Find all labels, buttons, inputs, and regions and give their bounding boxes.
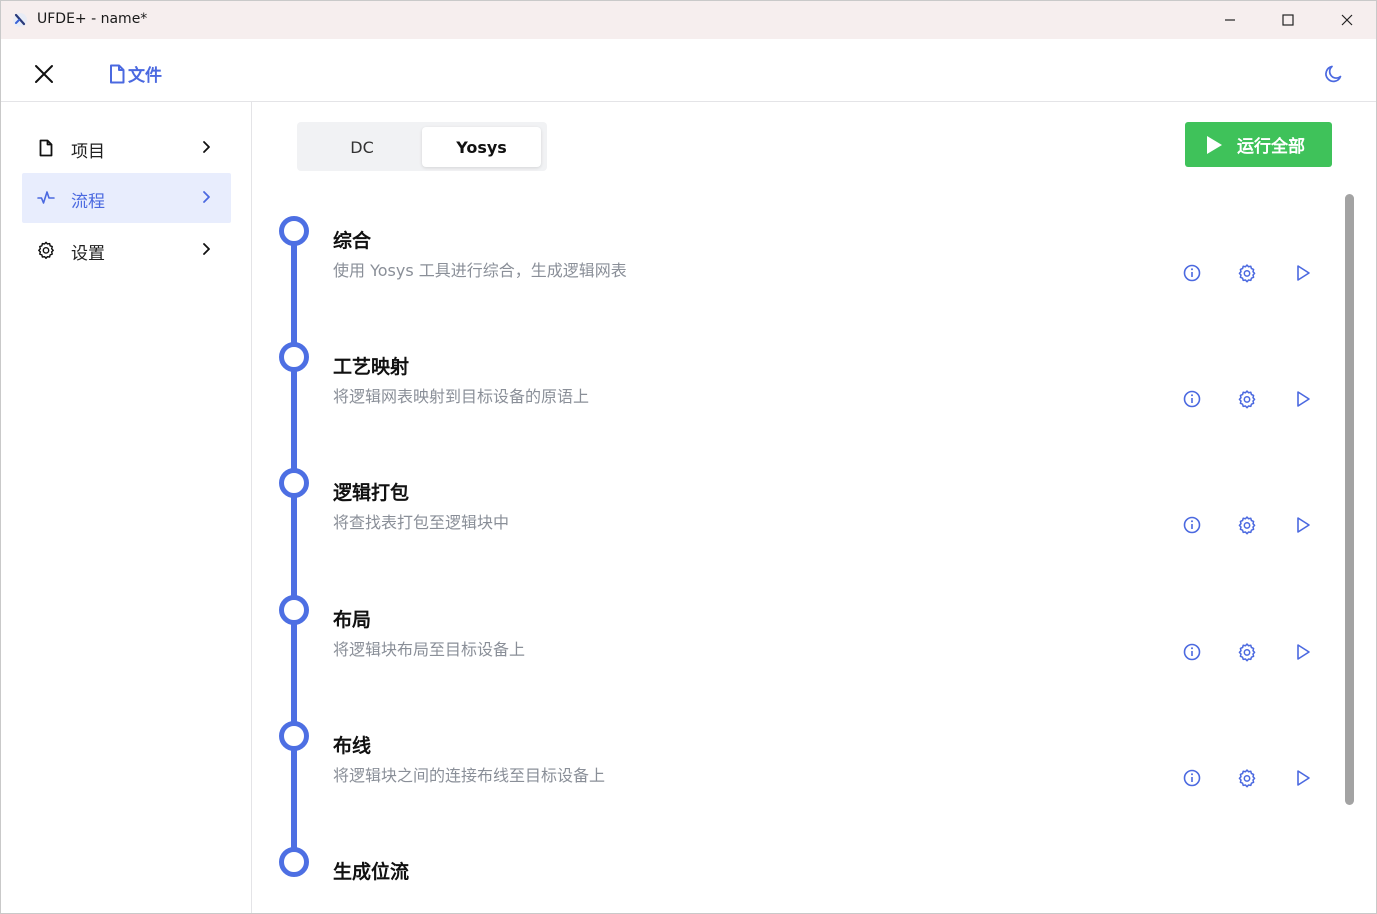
file-menu-button[interactable]: 文件	[108, 61, 162, 86]
play-icon	[1207, 135, 1222, 154]
app-header: 文件	[1, 39, 1376, 102]
window-close-button[interactable]	[1318, 1, 1376, 39]
step-description: 将查找表打包至逻辑块中	[333, 513, 510, 532]
activity-icon	[37, 191, 55, 204]
play-icon[interactable]	[1293, 642, 1313, 662]
window-close-icon	[1341, 14, 1353, 26]
file-menu-label: 文件	[128, 66, 162, 86]
chevron-right-icon	[203, 191, 210, 203]
file-icon	[110, 64, 125, 83]
step-bitstream: 生成位流	[279, 847, 1329, 913]
step-dot	[279, 468, 309, 498]
sidebar-item-label: 项目	[71, 142, 105, 162]
tool-tabs: DC Yosys	[297, 122, 547, 171]
sidebar-item-flow[interactable]: 流程	[22, 173, 231, 223]
step-dot	[279, 216, 309, 246]
close-icon[interactable]	[31, 61, 57, 87]
sidebar-item-settings[interactable]: 设置	[22, 225, 231, 275]
info-icon[interactable]	[1182, 642, 1202, 662]
step-dot	[279, 847, 309, 877]
tab-dc[interactable]: DC	[302, 127, 422, 167]
maximize-icon	[1282, 14, 1294, 26]
gear-icon[interactable]	[1237, 389, 1257, 409]
title-bar: UFDE+ - name*	[1, 1, 1376, 39]
gear-icon[interactable]	[1237, 768, 1257, 788]
step-description: 将逻辑网表映射到目标设备的原语上	[333, 387, 590, 406]
play-icon[interactable]	[1293, 389, 1313, 409]
step-title: 综合	[333, 230, 372, 252]
gear-icon[interactable]	[1237, 642, 1257, 662]
step-placement: 布局 将逻辑块布局至目标设备上	[279, 595, 1329, 705]
step-dot	[279, 721, 309, 751]
minimize-button[interactable]	[1201, 1, 1259, 39]
step-description: 使用 Yosys 工具进行综合，生成逻辑网表	[333, 261, 627, 280]
file-icon	[39, 139, 53, 157]
window-title: UFDE+ - name*	[37, 11, 148, 27]
play-icon[interactable]	[1293, 768, 1313, 788]
sidebar-item-label: 流程	[71, 192, 105, 212]
step-title: 布局	[333, 609, 372, 631]
step-description: 将逻辑块之间的连接布线至目标设备上	[333, 766, 606, 785]
scrollbar[interactable]	[1345, 194, 1354, 805]
step-logic-packing: 逻辑打包 将查找表打包至逻辑块中	[279, 468, 1329, 578]
gear-icon[interactable]	[1237, 263, 1257, 283]
app-window: UFDE+ - name* 文件 项目 流程 设置 DC Yosys 运行全部 …	[0, 0, 1377, 914]
info-icon[interactable]	[1182, 515, 1202, 535]
chevron-right-icon	[203, 141, 210, 153]
info-icon[interactable]	[1182, 768, 1202, 788]
step-dot	[279, 595, 309, 625]
play-icon[interactable]	[1293, 515, 1313, 535]
sidebar: 项目 流程 设置	[1, 102, 252, 913]
run-all-label: 运行全部	[1237, 137, 1305, 157]
step-tech-mapping: 工艺映射 将逻辑网表映射到目标设备的原语上	[279, 342, 1329, 452]
gear-icon	[38, 241, 54, 259]
moon-icon[interactable]	[1323, 63, 1345, 85]
info-icon[interactable]	[1182, 389, 1202, 409]
step-title: 布线	[333, 735, 372, 757]
maximize-button[interactable]	[1259, 1, 1317, 39]
step-title: 工艺映射	[333, 356, 410, 378]
step-synthesis: 综合 使用 Yosys 工具进行综合，生成逻辑网表	[279, 216, 1329, 326]
play-icon[interactable]	[1293, 263, 1313, 283]
tab-yosys[interactable]: Yosys	[422, 127, 541, 167]
minimize-icon	[1225, 19, 1235, 21]
gear-icon[interactable]	[1237, 515, 1257, 535]
app-logo-icon	[13, 13, 27, 27]
step-title: 逻辑打包	[333, 482, 410, 504]
sidebar-item-project[interactable]: 项目	[22, 123, 231, 173]
step-routing: 布线 将逻辑块之间的连接布线至目标设备上	[279, 721, 1329, 831]
chevron-right-icon	[203, 243, 210, 255]
step-description: 将逻辑块布局至目标设备上	[333, 640, 526, 659]
info-icon[interactable]	[1182, 263, 1202, 283]
run-all-button[interactable]: 运行全部	[1185, 122, 1332, 167]
sidebar-item-label: 设置	[71, 244, 105, 264]
step-title: 生成位流	[333, 861, 410, 883]
step-dot	[279, 342, 309, 372]
